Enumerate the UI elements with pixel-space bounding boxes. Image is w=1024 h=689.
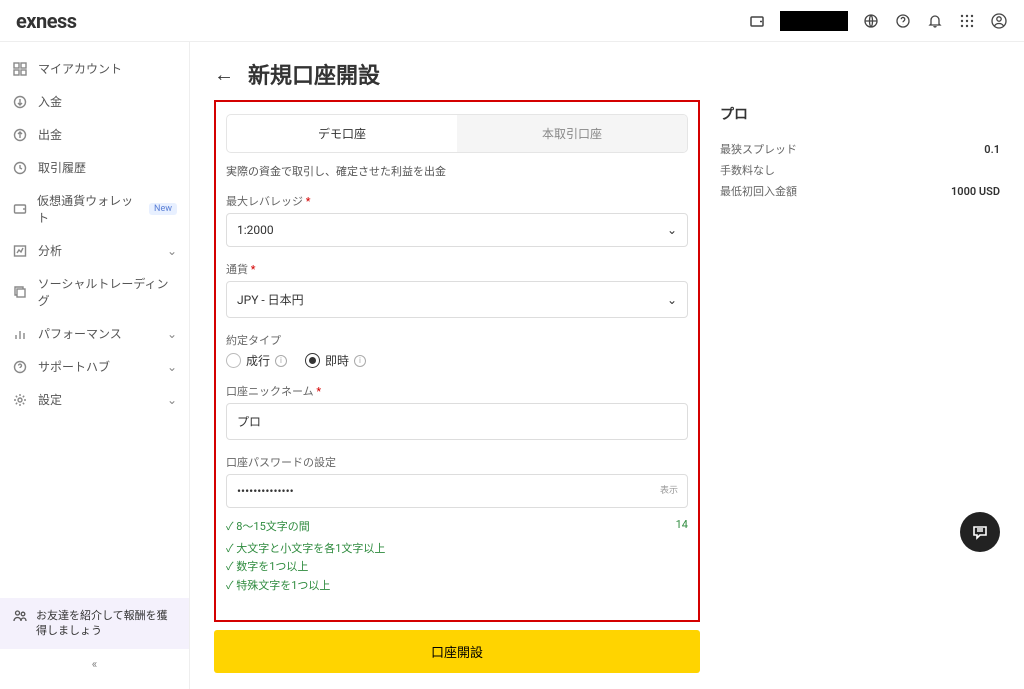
rule-item: 8～15文字の間	[226, 518, 310, 537]
help-icon[interactable]	[894, 12, 912, 30]
sidebar-item-cryptowallet[interactable]: 仮想通貨ウォレット New	[0, 184, 189, 234]
plan-row: 手数料なし	[720, 161, 1000, 182]
arrow-down-circle-icon	[12, 94, 28, 110]
wallet-side-icon	[12, 201, 27, 217]
profile-icon[interactable]	[990, 12, 1008, 30]
sidebar-item-deposit[interactable]: 入金	[0, 85, 189, 118]
copy-icon	[12, 284, 28, 300]
chevron-down-icon: ⌄	[167, 393, 177, 407]
sidebar-item-performance[interactable]: パフォーマンス ⌄	[0, 317, 189, 350]
nickname-label: 口座ニックネーム *	[226, 383, 688, 399]
plan-panel: プロ 最狭スプレッド0.1 手数料なし 最低初回入金額1000 USD	[720, 58, 1000, 673]
form-highlight-box: デモ口座 本取引口座 実際の資金で取引し、確定させた利益を出金 最大レバレッジ …	[214, 100, 700, 622]
sidebar: マイアカウント 入金 出金 取引履歴 仮想通貨ウォレット New 分析 ⌄ ソーシャ…	[0, 42, 190, 689]
sidebar-item-label: 設定	[38, 391, 62, 408]
rule-item: 大文字と小文字を各1文字以上	[226, 540, 688, 559]
account-type-tabs: デモ口座 本取引口座	[226, 114, 688, 153]
currency-select[interactable]: JPY - 日本円⌄	[226, 281, 688, 318]
sidebar-item-myaccount[interactable]: マイアカウント	[0, 52, 189, 85]
arrow-up-circle-icon	[12, 127, 28, 143]
globe-icon[interactable]	[862, 12, 880, 30]
main-content: ← 新規口座開設 デモ口座 本取引口座 実際の資金で取引し、確定させた利益を出金…	[190, 42, 1024, 689]
leverage-select[interactable]: 1:2000⌄	[226, 213, 688, 247]
promo-text: お友達を紹介して報酬を獲得しましょう	[36, 608, 177, 639]
sidebar-item-social[interactable]: ソーシャルトレーディング	[0, 267, 189, 317]
logo[interactable]: exness	[16, 9, 77, 33]
rule-item: 数字を1つ以上	[226, 558, 688, 577]
tab-description: 実際の資金で取引し、確定させた利益を出金	[226, 163, 688, 179]
info-icon[interactable]: i	[275, 355, 287, 367]
sidebar-item-support[interactable]: サポートハブ ⌄	[0, 350, 189, 383]
password-input[interactable]: ••••••••••••••	[226, 474, 688, 508]
rule-item: 特殊文字を1つ以上	[226, 577, 688, 596]
gear-icon	[12, 392, 28, 408]
nickname-input[interactable]: プロ	[226, 403, 688, 440]
chevron-down-icon: ⌄	[667, 223, 677, 237]
page-header: ← 新規口座開設	[214, 58, 700, 90]
history-icon	[12, 160, 28, 176]
submit-button[interactable]: 口座開設	[214, 630, 700, 673]
account-label-redacted	[780, 11, 848, 31]
sidebar-item-label: 取引履歴	[38, 159, 86, 176]
sidebar-item-analytics[interactable]: 分析 ⌄	[0, 234, 189, 267]
currency-label: 通貨 *	[226, 261, 688, 277]
new-badge: New	[149, 203, 177, 215]
bell-icon[interactable]	[926, 12, 944, 30]
back-arrow-icon[interactable]: ←	[214, 62, 234, 87]
page-title: 新規口座開設	[248, 58, 380, 90]
radio-market[interactable]: 成行i	[226, 352, 287, 369]
sidebar-item-label: 出金	[38, 126, 62, 143]
question-icon	[12, 359, 28, 375]
sidebar-item-label: 入金	[38, 93, 62, 110]
plan-title: プロ	[720, 104, 1000, 124]
sidebar-item-label: ソーシャルトレーディング	[38, 275, 177, 309]
people-icon	[12, 608, 28, 624]
sidebar-item-label: マイアカウント	[38, 60, 122, 77]
chevron-down-icon: ⌄	[167, 360, 177, 374]
top-icons	[748, 11, 1008, 31]
sidebar-item-label: サポートハブ	[38, 358, 110, 375]
sidebar-item-settings[interactable]: 設定 ⌄	[0, 383, 189, 416]
collapse-button[interactable]: «	[0, 649, 189, 679]
apps-icon[interactable]	[958, 12, 976, 30]
chat-fab[interactable]	[960, 512, 1000, 552]
plan-row: 最狭スプレッド0.1	[720, 140, 1000, 161]
wallet-icon[interactable]	[748, 12, 766, 30]
leverage-label: 最大レバレッジ *	[226, 193, 688, 209]
password-rules: 8～15文字の間 14 大文字と小文字を各1文字以上 数字を1つ以上 特殊文字を1…	[226, 518, 688, 596]
radio-instant[interactable]: 即時i	[305, 352, 366, 369]
execution-radios: 成行i 即時i	[226, 352, 688, 369]
sidebar-item-label: 分析	[38, 242, 62, 259]
sidebar-item-withdraw[interactable]: 出金	[0, 118, 189, 151]
tab-demo[interactable]: デモ口座	[227, 115, 457, 152]
topbar: exness	[0, 0, 1024, 42]
tab-real[interactable]: 本取引口座	[457, 115, 687, 152]
referral-promo[interactable]: お友達を紹介して報酬を獲得しましょう	[0, 598, 189, 649]
bars-icon	[12, 326, 28, 342]
sidebar-item-label: 仮想通貨ウォレット	[37, 192, 139, 226]
chevron-down-icon: ⌄	[167, 244, 177, 258]
chart-icon	[12, 243, 28, 259]
password-toggle[interactable]: 表示	[660, 483, 678, 496]
plan-row: 最低初回入金額1000 USD	[720, 182, 1000, 203]
grid-icon	[12, 61, 28, 77]
sidebar-item-history[interactable]: 取引履歴	[0, 151, 189, 184]
sidebar-item-label: パフォーマンス	[38, 325, 122, 342]
execution-label: 約定タイプ	[226, 332, 688, 348]
chevron-down-icon: ⌄	[667, 293, 677, 307]
info-icon[interactable]: i	[354, 355, 366, 367]
password-label: 口座パスワードの設定	[226, 454, 688, 470]
password-char-count: 14	[676, 518, 688, 537]
chevron-down-icon: ⌄	[167, 327, 177, 341]
